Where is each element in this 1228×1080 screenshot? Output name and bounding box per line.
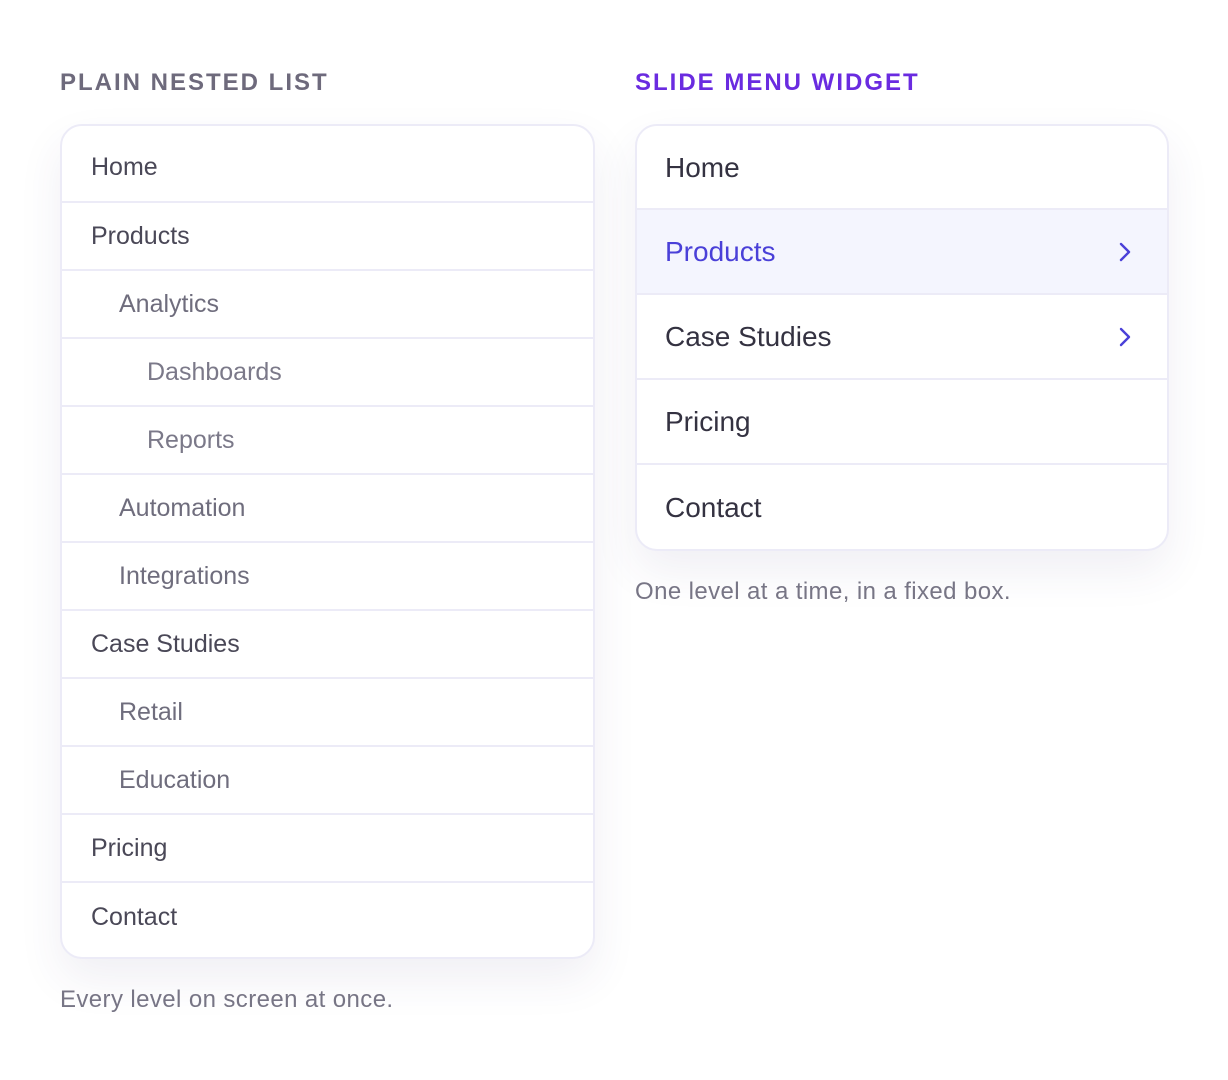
- slide-menu-caption: One level at a time, in a fixed box.: [635, 578, 1011, 605]
- chevron-right-icon: [1117, 325, 1133, 349]
- slide-menu-item-label: Contact: [665, 491, 762, 523]
- slide-menu-item-label: Home: [665, 152, 740, 183]
- nav-item-label: Reports: [147, 425, 235, 454]
- plain-nested-list-caption: Every level on screen at once.: [60, 986, 394, 1013]
- slide-menu-heading: SLIDE MENU WIDGET: [635, 69, 920, 96]
- nav-item-label: Home: [91, 153, 158, 181]
- nav-item-label: Pricing: [91, 833, 168, 862]
- nav-item-label: Retail: [119, 697, 183, 726]
- plain-nested-list-heading: PLAIN NESTED LIST: [60, 69, 329, 96]
- nav-item-home[interactable]: Home: [62, 126, 593, 203]
- slide-menu-item-case-studies[interactable]: Case Studies: [637, 295, 1167, 380]
- slide-menu-widget: Home Products Case Studies Pricing Conta…: [635, 124, 1169, 551]
- slide-menu-item-pricing[interactable]: Pricing: [637, 380, 1167, 465]
- nav-item-retail[interactable]: Retail: [62, 679, 593, 747]
- nav-item-integrations[interactable]: Integrations: [62, 543, 593, 611]
- slide-menu-item-home[interactable]: Home: [637, 126, 1167, 210]
- nav-item-analytics[interactable]: Analytics: [62, 271, 593, 339]
- nav-item-contact[interactable]: Contact: [62, 883, 593, 957]
- plain-nested-list-panel: PLAIN NESTED LIST Home Products Analytic…: [60, 68, 595, 1013]
- chevron-right-icon: [1117, 240, 1133, 264]
- nav-item-case-studies[interactable]: Case Studies: [62, 611, 593, 679]
- nav-item-dashboards[interactable]: Dashboards: [62, 339, 593, 407]
- nav-item-label: Education: [119, 765, 231, 794]
- nav-item-label: Integrations: [119, 561, 250, 590]
- nav-item-label: Case Studies: [91, 629, 240, 658]
- nav-item-label: Products: [91, 221, 190, 250]
- slide-menu-panel: SLIDE MENU WIDGET Home Products Case Stu…: [635, 68, 1169, 605]
- nav-item-pricing[interactable]: Pricing: [62, 815, 593, 883]
- slide-menu-item-label: Case Studies: [665, 320, 832, 352]
- nav-item-label: Analytics: [119, 289, 220, 318]
- slide-menu-item-contact[interactable]: Contact: [637, 465, 1167, 549]
- nav-item-automation[interactable]: Automation: [62, 475, 593, 543]
- slide-menu-item-label: Pricing: [665, 405, 751, 437]
- plain-nested-list: Home Products Analytics Dashboards Repor…: [60, 124, 595, 959]
- nav-item-education[interactable]: Education: [62, 747, 593, 815]
- nav-item-products[interactable]: Products: [62, 203, 593, 271]
- nav-item-label: Automation: [119, 493, 246, 522]
- slide-menu-item-label: Products: [665, 235, 776, 267]
- nav-item-reports[interactable]: Reports: [62, 407, 593, 475]
- nav-item-label: Dashboards: [147, 357, 282, 386]
- slide-menu-item-products[interactable]: Products: [637, 210, 1167, 295]
- nav-item-label: Contact: [91, 902, 178, 931]
